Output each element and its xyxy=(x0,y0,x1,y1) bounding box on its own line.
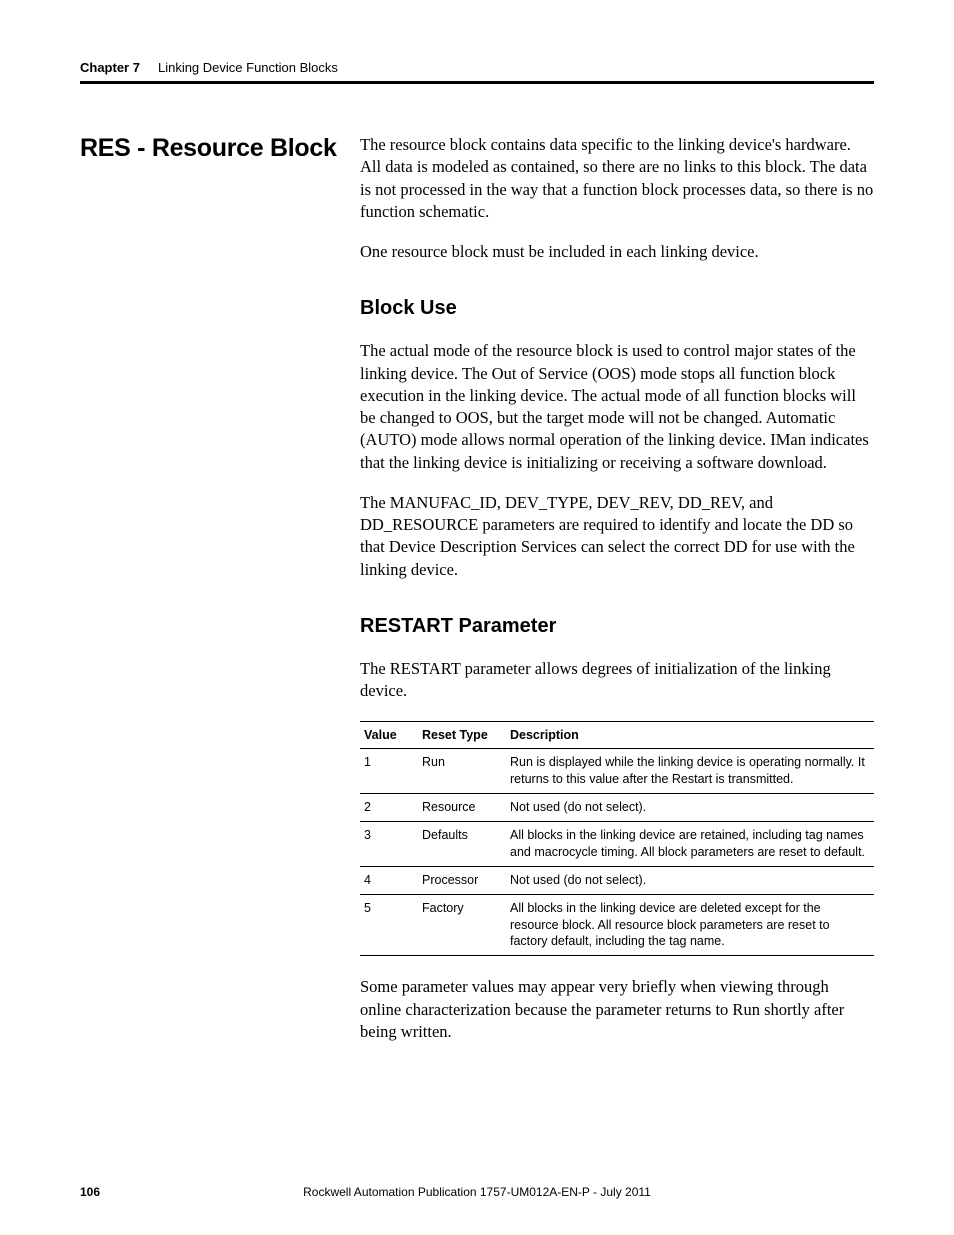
intro-paragraph-1: The resource block contains data specifi… xyxy=(360,134,874,223)
block-use-paragraph-2: The MANUFAC_ID, DEV_TYPE, DEV_REV, DD_RE… xyxy=(360,492,874,581)
page-header: Chapter 7 Linking Device Function Blocks xyxy=(80,60,874,75)
page-number: 106 xyxy=(80,1185,100,1199)
restart-heading: RESTART Parameter xyxy=(360,613,874,640)
cell-description: Not used (do not select). xyxy=(506,866,874,894)
restart-table: Value Reset Type Description 1 Run Run i… xyxy=(360,721,874,957)
intro-paragraph-2: One resource block must be included in e… xyxy=(360,241,874,263)
cell-reset-type: Run xyxy=(418,749,506,794)
col-header-reset-type: Reset Type xyxy=(418,721,506,749)
chapter-title: Linking Device Function Blocks xyxy=(158,60,338,75)
page-footer: 106 Rockwell Automation Publication 1757… xyxy=(80,1185,874,1199)
left-column: RES - Resource Block xyxy=(80,134,360,163)
cell-reset-type: Processor xyxy=(418,866,506,894)
col-header-description: Description xyxy=(506,721,874,749)
cell-description: All blocks in the linking device are del… xyxy=(506,894,874,956)
col-header-value: Value xyxy=(360,721,418,749)
content-row: RES - Resource Block The resource block … xyxy=(80,134,874,1061)
restart-intro: The RESTART parameter allows degrees of … xyxy=(360,658,874,703)
header-rule xyxy=(80,81,874,84)
table-row: 4 Processor Not used (do not select). xyxy=(360,866,874,894)
cell-description: Run is displayed while the linking devic… xyxy=(506,749,874,794)
cell-reset-type: Factory xyxy=(418,894,506,956)
block-use-paragraph-1: The actual mode of the resource block is… xyxy=(360,340,874,474)
cell-value: 3 xyxy=(360,822,418,867)
section-title: RES - Resource Block xyxy=(80,134,350,163)
table-header-row: Value Reset Type Description xyxy=(360,721,874,749)
restart-outro: Some parameter values may appear very br… xyxy=(360,976,874,1043)
cell-reset-type: Defaults xyxy=(418,822,506,867)
table-row: 5 Factory All blocks in the linking devi… xyxy=(360,894,874,956)
cell-value: 1 xyxy=(360,749,418,794)
cell-description: Not used (do not select). xyxy=(506,794,874,822)
chapter-label: Chapter 7 xyxy=(80,60,140,75)
cell-description: All blocks in the linking device are ret… xyxy=(506,822,874,867)
cell-value: 2 xyxy=(360,794,418,822)
block-use-heading: Block Use xyxy=(360,295,874,322)
document-page: Chapter 7 Linking Device Function Blocks… xyxy=(0,0,954,1235)
table-row: 1 Run Run is displayed while the linking… xyxy=(360,749,874,794)
table-row: 3 Defaults All blocks in the linking dev… xyxy=(360,822,874,867)
publication-info: Rockwell Automation Publication 1757-UM0… xyxy=(303,1185,651,1199)
cell-value: 5 xyxy=(360,894,418,956)
table-row: 2 Resource Not used (do not select). xyxy=(360,794,874,822)
cell-reset-type: Resource xyxy=(418,794,506,822)
cell-value: 4 xyxy=(360,866,418,894)
right-column: The resource block contains data specifi… xyxy=(360,134,874,1061)
